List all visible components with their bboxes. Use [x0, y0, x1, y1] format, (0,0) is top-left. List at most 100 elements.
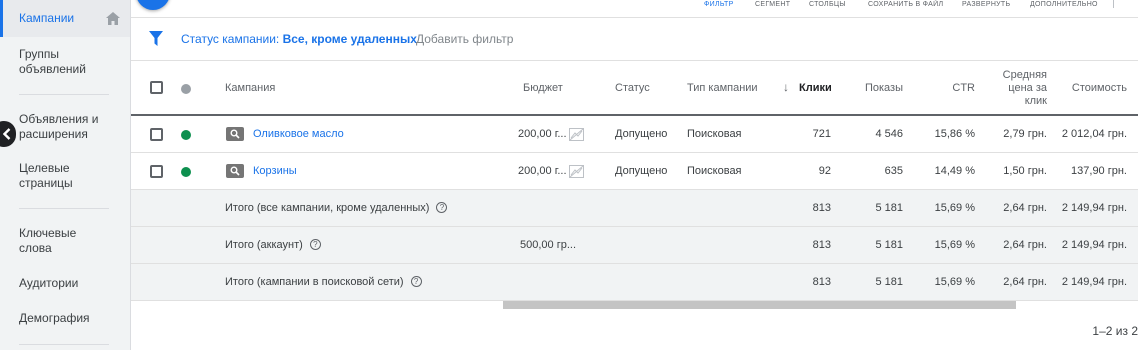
clicks-value: 721 — [812, 128, 831, 140]
ctr-value: 15,69 % — [934, 276, 975, 288]
row-checkbox[interactable] — [150, 165, 163, 178]
column-header-avg-cpc-line: клик — [1024, 95, 1047, 107]
sidebar-item-audiences[interactable]: Аудитории — [0, 276, 130, 291]
sidebar-item-label: Кампании — [19, 11, 75, 25]
total-row: Итого (аккаунт)? 500,00 гр... 813 5 181 … — [131, 227, 1138, 264]
column-header-avg-cpc[interactable]: Средняя цена за клик — [997, 69, 1047, 108]
chevron-left-icon — [3, 128, 11, 140]
cost-value: 2 149,94 грн. — [1061, 276, 1127, 288]
status-value: Допущено — [615, 165, 668, 177]
clicks-value: 813 — [812, 239, 831, 251]
total-label: Итого (аккаунт)? — [225, 239, 321, 251]
table-row: Корзины 200,00 г... Допущено Поисковая 9… — [131, 153, 1138, 190]
horizontal-scrollbar[interactable] — [503, 301, 1016, 309]
help-icon[interactable]: ? — [436, 202, 448, 213]
column-header-avg-cpc-line: Средняя — [1002, 69, 1047, 81]
column-header-budget[interactable]: Бюджет — [523, 82, 563, 94]
column-header-avg-cpc-line: цена за — [1008, 82, 1047, 94]
sidebar-item-landing-pages[interactable]: Целевые страницы — [0, 161, 110, 191]
filter-label: Статус кампании: — [181, 32, 280, 46]
toolbar-columns-button[interactable]: СТОЛБЦЫ — [809, 1, 846, 8]
toolbar-segment-button[interactable]: СЕГМЕНТ — [755, 1, 790, 8]
toolbar-more-button[interactable]: ДОПОЛНИТЕЛЬНО — [1030, 1, 1098, 8]
avg-cpc-value: 1,50 грн. — [1003, 165, 1047, 177]
ctr-value: 15,86 % — [934, 128, 975, 140]
toolbar-filter-button[interactable]: ФИЛЬТР — [704, 1, 734, 8]
clicks-value: 813 — [812, 276, 831, 288]
sidebar-item-keywords[interactable]: Ключевые слова — [0, 226, 100, 256]
avg-cpc-value: 2,79 грн. — [1003, 128, 1047, 140]
sidebar-divider — [19, 208, 109, 209]
impressions-value: 4 546 — [875, 128, 903, 140]
avg-cpc-value: 2,64 грн. — [1003, 239, 1047, 251]
filter-icon[interactable] — [149, 31, 163, 46]
filter-value: Все, кроме удаленных — [282, 32, 417, 46]
table-toolbar: ФИЛЬТР СЕГМЕНТ СТОЛБЦЫ СОХРАНИТЬ В ФАЙЛ … — [131, 0, 1138, 18]
clicks-value: 813 — [812, 202, 831, 214]
add-filter-button[interactable]: Добавить фильтр — [416, 32, 513, 46]
status-enabled-dot — [181, 130, 191, 140]
impressions-value: 5 181 — [875, 202, 903, 214]
total-label: Итого (кампании в поисковой сети)? — [225, 276, 422, 288]
sidebar-item-ads[interactable]: Объявления и расширения — [0, 112, 110, 142]
ctr-value: 15,69 % — [934, 202, 975, 214]
column-header-clicks[interactable]: Клики — [799, 82, 832, 94]
budget-value[interactable]: 200,00 г... — [518, 165, 567, 177]
cost-value: 137,90 грн. — [1071, 165, 1127, 177]
search-campaign-icon — [226, 164, 244, 178]
budget-chart-icon[interactable] — [569, 165, 584, 178]
home-icon — [106, 12, 120, 25]
avg-cpc-value: 2,64 грн. — [1003, 276, 1047, 288]
status-enabled-dot — [181, 167, 191, 177]
campaign-name-link[interactable]: Оливковое масло — [253, 128, 344, 140]
clicks-value: 92 — [818, 165, 831, 177]
impressions-value: 5 181 — [875, 276, 903, 288]
sidebar-divider — [19, 344, 109, 345]
total-label-text: Итого (аккаунт) — [225, 239, 303, 251]
total-row: Итого (кампании в поисковой сети)? 813 5… — [131, 264, 1138, 301]
sort-down-icon: ↓ — [783, 80, 789, 94]
table-row: Оливковое масло 200,00 г... Допущено Пои… — [131, 116, 1138, 153]
help-icon[interactable]: ? — [309, 239, 321, 250]
total-label: Итого (все кампании, кроме удаленных)? — [225, 202, 448, 214]
help-icon[interactable]: ? — [410, 276, 422, 287]
toolbar-expand-button[interactable]: РАЗВЕРНУТЬ — [962, 1, 1010, 8]
table-header: Кампания Бюджет Статус Тип кампании ↓ Кл… — [131, 61, 1138, 116]
row-checkbox[interactable] — [150, 128, 163, 141]
sidebar-item-demographics[interactable]: Демография — [0, 311, 130, 326]
total-row: Итого (все кампании, кроме удаленных)? 8… — [131, 190, 1138, 227]
total-label-text: Итого (все кампании, кроме удаленных) — [225, 202, 430, 214]
ctr-value: 15,69 % — [934, 239, 975, 251]
column-header-status[interactable]: Статус — [615, 82, 650, 94]
sidebar-item-ad-groups[interactable]: Группы объявлений — [0, 47, 110, 77]
column-header-ctr[interactable]: CTR — [945, 82, 975, 94]
sidebar-item-campaigns[interactable]: Кампании — [0, 0, 130, 37]
column-header-impressions[interactable]: Показы — [857, 82, 903, 94]
toolbar-divider — [1113, 0, 1114, 8]
sidebar: Кампании Группы объявлений Объявления и … — [0, 0, 131, 350]
search-campaign-icon — [226, 127, 244, 141]
avg-cpc-value: 2,64 грн. — [1003, 202, 1047, 214]
toolbar-download-button[interactable]: СОХРАНИТЬ В ФАЙЛ — [868, 1, 943, 8]
total-label-text: Итого (кампании в поисковой сети) — [225, 276, 404, 288]
budget-value: 500,00 гр... — [520, 239, 576, 251]
ctr-value: 14,49 % — [934, 165, 975, 177]
column-header-campaign-type[interactable]: Тип кампании — [687, 82, 758, 94]
cost-value: 2 149,94 грн. — [1061, 239, 1127, 251]
impressions-value: 5 181 — [875, 239, 903, 251]
cost-value: 2 149,94 грн. — [1061, 202, 1127, 214]
budget-chart-icon[interactable] — [569, 128, 584, 141]
budget-value[interactable]: 200,00 г... — [518, 128, 567, 140]
cost-value: 2 012,04 грн. — [1061, 128, 1127, 140]
impressions-value: 635 — [884, 165, 903, 177]
pagination-label: 1–2 из 2 — [1092, 324, 1138, 338]
filter-bar: Статус кампании: Все, кроме удаленных До… — [131, 18, 1138, 61]
campaign-type-value: Поисковая — [687, 165, 742, 177]
status-dot-header — [181, 84, 191, 94]
select-all-checkbox[interactable] — [150, 81, 163, 94]
column-header-campaign[interactable]: Кампания — [225, 82, 275, 94]
column-header-cost[interactable]: Стоимость — [1061, 82, 1127, 94]
campaign-name-link[interactable]: Корзины — [253, 165, 297, 177]
filter-chip[interactable]: Статус кампании: Все, кроме удаленных — [181, 32, 417, 46]
status-value: Допущено — [615, 128, 668, 140]
